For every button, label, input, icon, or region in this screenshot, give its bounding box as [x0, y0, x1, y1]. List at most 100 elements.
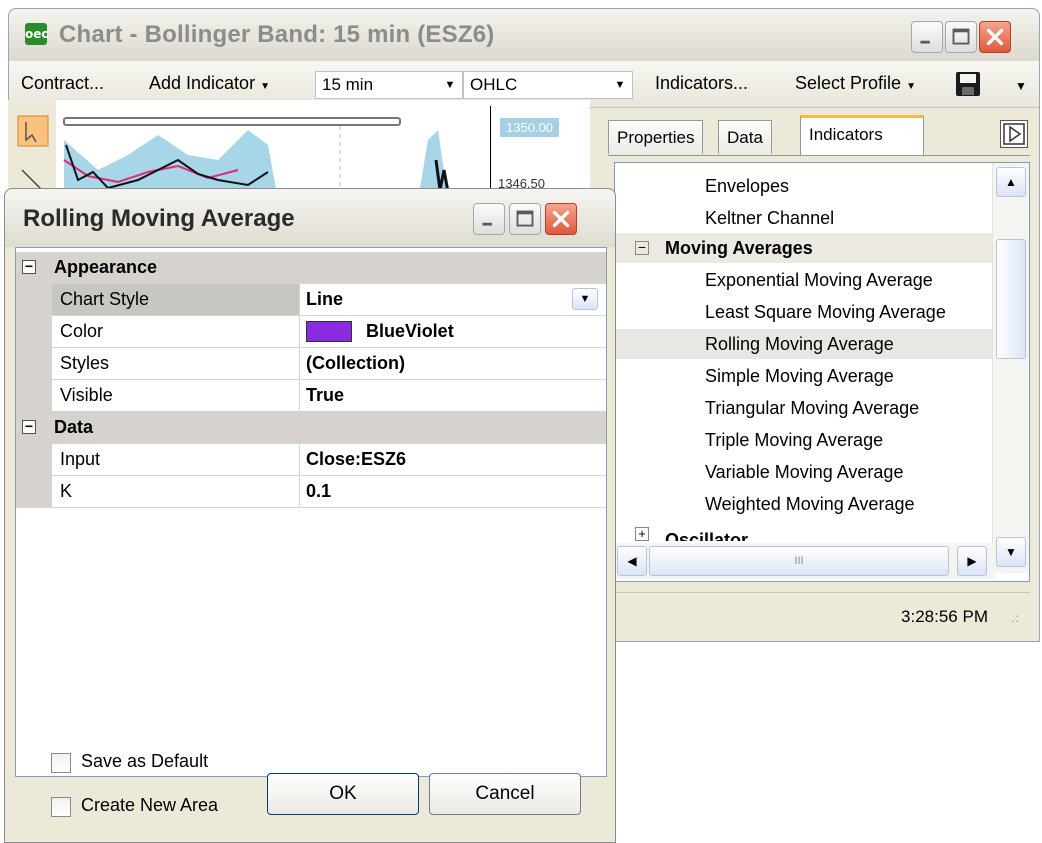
property-value[interactable]: BlueViolet: [362, 316, 602, 347]
property-row[interactable]: Chart Style Line ▼: [16, 284, 606, 316]
list-item-triple-ma[interactable]: Triple Moving Average: [705, 425, 883, 455]
list-item-envelopes[interactable]: Envelopes: [705, 171, 789, 201]
resize-grip-icon[interactable]: .:: [1011, 611, 1020, 625]
row-margin: [16, 444, 52, 475]
tab-divider: [608, 155, 1030, 156]
close-icon: [986, 28, 1004, 46]
scroll-up-button[interactable]: ▲: [996, 167, 1026, 197]
close-icon: [552, 210, 570, 228]
property-key: Chart Style: [52, 284, 300, 315]
main-title-bar[interactable]: oec Chart - Bollinger Band: 15 min (ESZ6…: [9, 9, 1039, 61]
category-moving-averages[interactable]: − Moving Averages: [615, 233, 995, 263]
scroll-thumb[interactable]: [996, 239, 1026, 359]
save-button[interactable]: [955, 71, 981, 97]
status-bar: 3:28:56 PM .:: [600, 592, 1030, 639]
dropdown-arrow-icon: ▼: [614, 79, 626, 91]
properties-dialog: Rolling Moving Average − Appearance Char…: [4, 188, 616, 843]
scroll-down-button[interactable]: ▼: [996, 537, 1026, 567]
dropdown-arrow-icon: ▼: [444, 79, 456, 91]
select-profile-label: Select Profile: [795, 73, 902, 93]
dialog-title-bar[interactable]: Rolling Moving Average: [5, 189, 615, 247]
dropdown-button[interactable]: ▼: [572, 288, 598, 310]
maximize-button[interactable]: [945, 21, 977, 53]
dialog-title: Rolling Moving Average: [23, 205, 295, 232]
minimize-button[interactable]: [911, 21, 943, 53]
vertical-scrollbar[interactable]: ▲ ▼: [992, 163, 1029, 573]
price-axis: 1350.00 1346.50: [490, 100, 590, 200]
tab-indicators[interactable]: Indicators: [800, 115, 924, 156]
tab-properties[interactable]: Properties: [608, 120, 704, 154]
toolbar-overflow-icon[interactable]: ▼: [1015, 79, 1027, 93]
hscroll-thumb[interactable]: III: [649, 546, 949, 576]
property-key: Styles: [52, 348, 300, 379]
add-indicator-button[interactable]: Add Indicator ▼: [149, 73, 270, 94]
category-appearance[interactable]: − Appearance: [16, 252, 606, 284]
dialog-minimize-button[interactable]: [473, 203, 505, 235]
property-key: K: [52, 476, 300, 507]
price-label-top: 1350.00: [500, 118, 559, 137]
create-area-checkbox[interactable]: [51, 797, 71, 817]
collapse-icon[interactable]: −: [635, 240, 649, 255]
interval-value: 15 min: [322, 75, 374, 94]
row-margin: [16, 284, 52, 315]
property-row[interactable]: K 0.1: [16, 476, 606, 508]
app-icon: oec: [25, 23, 49, 45]
property-value[interactable]: Close:ESZ6: [302, 444, 606, 475]
list-item-lsma[interactable]: Least Square Moving Average: [705, 297, 946, 327]
indicators-button[interactable]: Indicators...: [655, 73, 748, 94]
collapse-icon[interactable]: −: [22, 419, 36, 434]
color-swatch: [306, 321, 352, 342]
create-area-label: Create New Area: [81, 795, 219, 815]
dropdown-arrow-icon: ▼: [906, 81, 916, 92]
category-oscillator[interactable]: + Oscillator: [615, 519, 995, 541]
contract-button[interactable]: Contract...: [21, 73, 104, 94]
dialog-maximize-button[interactable]: [509, 203, 541, 235]
chart-type-select[interactable]: OHLC ▼: [463, 71, 633, 99]
property-key: Color: [52, 316, 300, 347]
interval-select[interactable]: 15 min ▼: [315, 71, 463, 99]
row-margin: [16, 348, 52, 379]
minimize-icon: [920, 40, 930, 44]
property-row[interactable]: Color BlueViolet: [16, 316, 606, 348]
chart-type-value: OHLC: [470, 75, 518, 94]
property-value[interactable]: True: [302, 380, 606, 411]
save-icon: [956, 72, 980, 96]
list-item-tma[interactable]: Triangular Moving Average: [705, 393, 919, 423]
collapse-icon[interactable]: −: [22, 259, 36, 274]
property-row[interactable]: Styles (Collection): [16, 348, 606, 380]
expand-icon[interactable]: +: [635, 527, 649, 541]
close-button[interactable]: [979, 21, 1011, 53]
scroll-left-button[interactable]: ◀: [617, 546, 647, 576]
scroll-right-button[interactable]: ▶: [957, 546, 987, 576]
property-row[interactable]: Input Close:ESZ6: [16, 444, 606, 476]
property-value[interactable]: (Collection): [302, 348, 606, 379]
ok-button[interactable]: OK: [267, 773, 419, 815]
indicator-list[interactable]: Envelopes Keltner Channel − Moving Avera…: [614, 162, 1030, 582]
property-key: Input: [52, 444, 300, 475]
select-profile-button[interactable]: Select Profile ▼: [795, 73, 916, 94]
list-item-ema[interactable]: Exponential Moving Average: [705, 265, 933, 295]
panel-toggle-button[interactable]: [1000, 120, 1028, 148]
save-default-checkbox[interactable]: [51, 753, 71, 773]
minimize-icon: [482, 222, 492, 226]
list-item-sma[interactable]: Simple Moving Average: [705, 361, 894, 391]
maximize-icon: [516, 210, 534, 227]
list-item-wma[interactable]: Weighted Moving Average: [705, 489, 914, 519]
property-value[interactable]: 0.1: [302, 476, 606, 507]
property-key: Visible: [52, 380, 300, 411]
row-margin: [16, 316, 52, 347]
add-indicator-label: Add Indicator: [149, 73, 256, 93]
category-data[interactable]: − Data: [16, 412, 606, 444]
property-grid: − Appearance Chart Style Line ▼ Color Bl…: [15, 247, 607, 777]
dialog-close-button[interactable]: [545, 203, 577, 235]
cancel-button[interactable]: Cancel: [429, 773, 581, 815]
category-label: Data: [54, 417, 94, 437]
list-item-keltner[interactable]: Keltner Channel: [705, 203, 834, 233]
property-row[interactable]: Visible True: [16, 380, 606, 412]
category-label: Moving Averages: [665, 238, 813, 258]
horizontal-scrollbar[interactable]: ◀ III ▶: [615, 543, 995, 579]
list-item-rolling-ma[interactable]: Rolling Moving Average: [615, 329, 995, 359]
list-item-vma[interactable]: Variable Moving Average: [705, 457, 903, 487]
property-value[interactable]: Line: [302, 284, 606, 315]
tab-data[interactable]: Data: [718, 120, 772, 154]
